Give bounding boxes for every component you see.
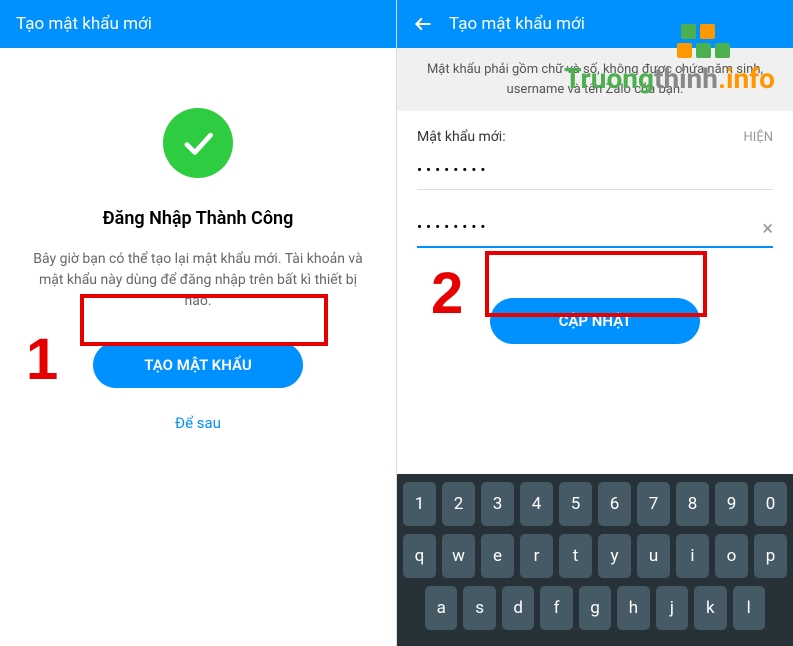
annotation-number-2: 2	[431, 260, 463, 327]
key-4[interactable]: 4	[520, 482, 553, 526]
screen-step-1: Tạo mật khẩu mới Đăng Nhập Thành Công Bâ…	[0, 0, 397, 646]
key-p[interactable]: p	[754, 534, 787, 578]
key-0[interactable]: 0	[754, 482, 787, 526]
keyboard-row-numbers: 1 2 3 4 5 6 7 8 9 0	[403, 482, 787, 526]
virtual-keyboard: 1 2 3 4 5 6 7 8 9 0 q w e r t y u i o p …	[397, 474, 793, 646]
key-a[interactable]: a	[425, 586, 457, 630]
key-6[interactable]: 6	[598, 482, 631, 526]
key-5[interactable]: 5	[559, 482, 592, 526]
key-d[interactable]: d	[502, 586, 534, 630]
show-password-toggle[interactable]: HIỆN	[744, 130, 773, 145]
confirm-password-input[interactable]	[417, 208, 773, 248]
success-title: Đăng Nhập Thành Công	[103, 208, 294, 229]
key-u[interactable]: u	[637, 534, 670, 578]
key-g[interactable]: g	[579, 586, 611, 630]
key-s[interactable]: s	[463, 586, 495, 630]
annotation-number-1: 1	[26, 326, 58, 393]
new-password-input[interactable]	[417, 151, 773, 190]
header-title: Tạo mật khẩu mới	[16, 14, 152, 34]
key-k[interactable]: k	[694, 586, 726, 630]
success-check-icon	[163, 108, 233, 178]
back-icon[interactable]	[413, 14, 433, 34]
key-f[interactable]: f	[540, 586, 572, 630]
key-9[interactable]: 9	[715, 482, 748, 526]
watermark-text-3: .info	[718, 62, 775, 95]
keyboard-row-qwerty: q w e r t y u i o p	[403, 534, 787, 578]
key-7[interactable]: 7	[637, 482, 670, 526]
key-l[interactable]: l	[733, 586, 765, 630]
clear-input-icon[interactable]: ×	[762, 216, 773, 240]
key-t[interactable]: t	[559, 534, 592, 578]
key-2[interactable]: 2	[442, 482, 475, 526]
key-j[interactable]: j	[656, 586, 688, 630]
key-w[interactable]: w	[442, 534, 475, 578]
watermark-text-1: Truong	[564, 62, 654, 95]
password-field-label: Mật khẩu mới:	[417, 129, 506, 145]
key-3[interactable]: 3	[481, 482, 514, 526]
header-left: Tạo mật khẩu mới	[0, 0, 396, 48]
key-q[interactable]: q	[403, 534, 436, 578]
key-h[interactable]: h	[617, 586, 649, 630]
key-8[interactable]: 8	[676, 482, 709, 526]
watermark-text-2: thinh	[654, 62, 718, 95]
skip-link[interactable]: Để sau	[175, 414, 221, 432]
success-description: Bây giờ bạn có thể tạo lại mật khẩu mới.…	[20, 249, 376, 312]
update-button[interactable]: CẬP NHẬT	[490, 298, 700, 344]
key-1[interactable]: 1	[403, 482, 436, 526]
create-password-button[interactable]: TẠO MẬT KHẨU	[93, 342, 303, 388]
key-r[interactable]: r	[520, 534, 553, 578]
key-o[interactable]: o	[715, 534, 748, 578]
keyboard-row-asdf: a s d f g h j k l	[403, 586, 787, 630]
key-e[interactable]: e	[481, 534, 514, 578]
key-i[interactable]: i	[676, 534, 709, 578]
screen-step-2: Tạo mật khẩu mới Mật khẩu phải gồm chữ v…	[397, 0, 793, 646]
key-y[interactable]: y	[598, 534, 631, 578]
watermark-logo: Truongthinh.info	[564, 24, 775, 95]
